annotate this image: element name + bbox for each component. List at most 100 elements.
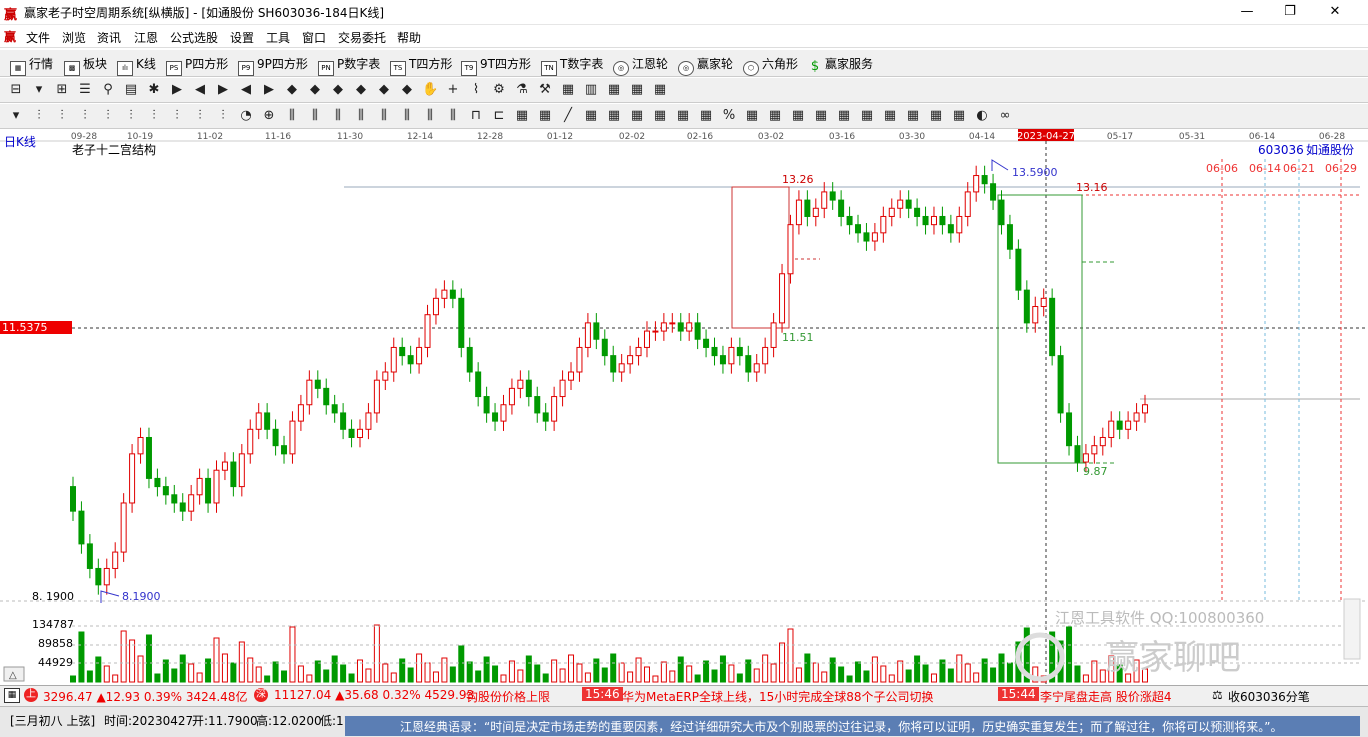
menu-info[interactable]: 资讯 <box>97 29 121 46</box>
drawing-tool-icon[interactable]: ▦ <box>629 108 645 124</box>
drawing-tool-icon[interactable]: ⫶ <box>146 108 162 124</box>
drawing-tool-icon[interactable]: ⫼ <box>353 108 369 124</box>
nav-tool-icon[interactable]: ✱ <box>146 82 162 98</box>
drawing-tool-icon[interactable]: ▦ <box>744 108 760 124</box>
toolbar-winner-service[interactable]: $ 赢家服务 <box>808 55 873 73</box>
drawing-tool-icon[interactable]: ⫶ <box>123 108 139 124</box>
minimize-button[interactable]: — <box>1232 2 1262 22</box>
menu-trade[interactable]: 交易委托 <box>338 29 386 46</box>
drawing-tool-icon[interactable]: ⫼ <box>422 108 438 124</box>
market-grid-icon[interactable]: ▦ <box>4 688 20 703</box>
drawing-tool-icon[interactable]: ◐ <box>974 108 990 124</box>
toolbar-9t-square[interactable]: T9 9T四方形 <box>461 55 531 76</box>
drawing-tool-icon[interactable]: ⫶ <box>31 108 47 124</box>
nav-tool-icon[interactable]: ▦ <box>560 82 576 98</box>
nav-tool-icon[interactable]: ▶ <box>215 82 231 98</box>
news-item-1[interactable]: 钩股份价格上限 <box>466 688 550 705</box>
nav-tool-icon[interactable]: ⌇ <box>468 82 484 98</box>
maximize-button[interactable]: ❐ <box>1275 2 1305 22</box>
drawing-tool-icon[interactable]: ⫼ <box>284 108 300 124</box>
drawing-tool-icon[interactable]: ⫼ <box>330 108 346 124</box>
drawing-tool-icon[interactable]: ⫶ <box>54 108 70 124</box>
drawing-tool-icon[interactable]: ⫶ <box>192 108 208 124</box>
menu-formula[interactable]: 公式选股 <box>170 29 218 46</box>
drawing-tool-icon[interactable]: ⫶ <box>100 108 116 124</box>
drawing-tool-icon[interactable]: ⫶ <box>77 108 93 124</box>
toolbar-kline[interactable]: ılı K线 <box>117 55 156 76</box>
toolbar-sectors[interactable]: ▩ 板块 <box>64 55 107 76</box>
nav-tool-icon[interactable]: ◆ <box>307 82 323 98</box>
nav-tool-icon[interactable]: ◆ <box>353 82 369 98</box>
drawing-tool-icon[interactable]: ╱ <box>560 108 576 124</box>
drawing-tool-icon[interactable]: ▦ <box>767 108 783 124</box>
toolbar-p-table[interactable]: PN P数字表 <box>318 55 380 76</box>
chart-scrollbar[interactable] <box>1343 598 1361 660</box>
close-button[interactable]: ✕ <box>1320 2 1350 22</box>
nav-tool-icon[interactable]: ✋ <box>422 82 438 98</box>
nav-tool-icon[interactable]: ◆ <box>399 82 415 98</box>
news-item-2[interactable]: 华为MetaERP全球上线，15小时完成全球88个子公司切换 <box>622 688 934 705</box>
menu-help[interactable]: 帮助 <box>397 29 421 46</box>
drawing-tool-icon[interactable]: ▾ <box>8 108 24 124</box>
drawing-tool-icon[interactable]: ▦ <box>905 108 921 124</box>
menu-file[interactable]: 文件 <box>26 29 50 46</box>
drawing-tool-icon[interactable]: ⊓ <box>468 108 484 124</box>
nav-tool-icon[interactable]: ◆ <box>284 82 300 98</box>
nav-tool-icon[interactable]: ▥ <box>583 82 599 98</box>
drawing-tool-icon[interactable]: ▦ <box>859 108 875 124</box>
drawing-tool-icon[interactable]: ▦ <box>813 108 829 124</box>
nav-tool-icon[interactable]: ▤ <box>123 82 139 98</box>
nav-tool-icon[interactable]: ⊞ <box>54 82 70 98</box>
nav-tool-icon[interactable]: ⚒ <box>537 82 553 98</box>
drawing-tool-icon[interactable]: ⫼ <box>445 108 461 124</box>
toolbar-hexagon[interactable]: ⬡ 六角形 <box>743 55 798 76</box>
nav-tool-icon[interactable]: ▶ <box>261 82 277 98</box>
nav-tool-icon[interactable]: ⊟ <box>8 82 24 98</box>
drawing-tool-icon[interactable]: ⫼ <box>307 108 323 124</box>
drawing-tool-icon[interactable]: ▦ <box>652 108 668 124</box>
nav-tool-icon[interactable]: ▶ <box>169 82 185 98</box>
drawing-tool-icon[interactable]: ∞ <box>997 108 1013 124</box>
drawing-tool-icon[interactable]: ▦ <box>514 108 530 124</box>
sh-index-quote[interactable]: 3296.47 ▲12.93 0.39% 3424.48亿 <box>43 688 247 705</box>
drawing-tool-icon[interactable]: ▦ <box>698 108 714 124</box>
drawing-tool-icon[interactable]: ▦ <box>675 108 691 124</box>
drawing-tool-icon[interactable]: ▦ <box>537 108 553 124</box>
drawing-tool-icon[interactable]: ◔ <box>238 108 254 124</box>
drawing-tool-icon[interactable]: ▦ <box>882 108 898 124</box>
kline-chart-area[interactable]: 09-28 10-19 11-02 11-16 11-30 12-14 12-28 01-12… <box>0 129 1368 684</box>
nav-tool-icon[interactable]: ☰ <box>77 82 93 98</box>
toolbar-quotes[interactable]: ▦ 行情 <box>10 55 53 76</box>
toolbar-winner-wheel[interactable]: ◎ 赢家轮 <box>678 55 733 76</box>
menu-window[interactable]: 窗口 <box>302 29 326 46</box>
sz-index-quote[interactable]: 11127.04 ▲35.68 0.32% 4529.93 <box>274 688 474 702</box>
menu-tools[interactable]: 工具 <box>266 29 290 46</box>
nav-tool-icon[interactable]: ◆ <box>330 82 346 98</box>
nav-tool-icon[interactable]: ▦ <box>652 82 668 98</box>
toolbar-9p-square[interactable]: P9 9P四方形 <box>238 55 308 76</box>
news-item-3[interactable]: 李宁尾盘走高 股价涨超4 <box>1040 688 1171 705</box>
nav-tool-icon[interactable]: ◀ <box>192 82 208 98</box>
nav-tool-icon[interactable]: + <box>445 82 461 98</box>
toolbar-p-square[interactable]: PS P四方形 <box>166 55 228 76</box>
drawing-tool-icon[interactable]: ⫼ <box>399 108 415 124</box>
drawing-tool-icon[interactable]: ⊏ <box>491 108 507 124</box>
drawing-tool-icon[interactable]: ▦ <box>928 108 944 124</box>
toolbar-t-table[interactable]: TN T数字表 <box>541 55 603 76</box>
nav-tool-icon[interactable]: ◆ <box>376 82 392 98</box>
nav-tool-icon[interactable]: ⚲ <box>100 82 116 98</box>
toolbar-gann-wheel[interactable]: ◎ 江恩轮 <box>613 55 668 76</box>
drawing-tool-icon[interactable]: ⊕ <box>261 108 277 124</box>
nav-tool-icon[interactable]: ▦ <box>606 82 622 98</box>
nav-tool-icon[interactable]: ▾ <box>31 82 47 98</box>
nav-tool-icon[interactable]: ◀ <box>238 82 254 98</box>
menu-gann[interactable]: 江恩 <box>134 29 158 46</box>
drawing-tool-icon[interactable]: ▦ <box>606 108 622 124</box>
nav-tool-icon[interactable]: ⚗ <box>514 82 530 98</box>
nav-tool-icon[interactable]: ▦ <box>629 82 645 98</box>
drawing-tool-icon[interactable]: ⫶ <box>169 108 185 124</box>
tick-detail-link[interactable]: 收603036分笔 <box>1228 688 1310 705</box>
toolbar-t-square[interactable]: TS T四方形 <box>390 55 452 76</box>
drawing-tool-icon[interactable]: ▦ <box>790 108 806 124</box>
menu-settings[interactable]: 设置 <box>230 29 254 46</box>
